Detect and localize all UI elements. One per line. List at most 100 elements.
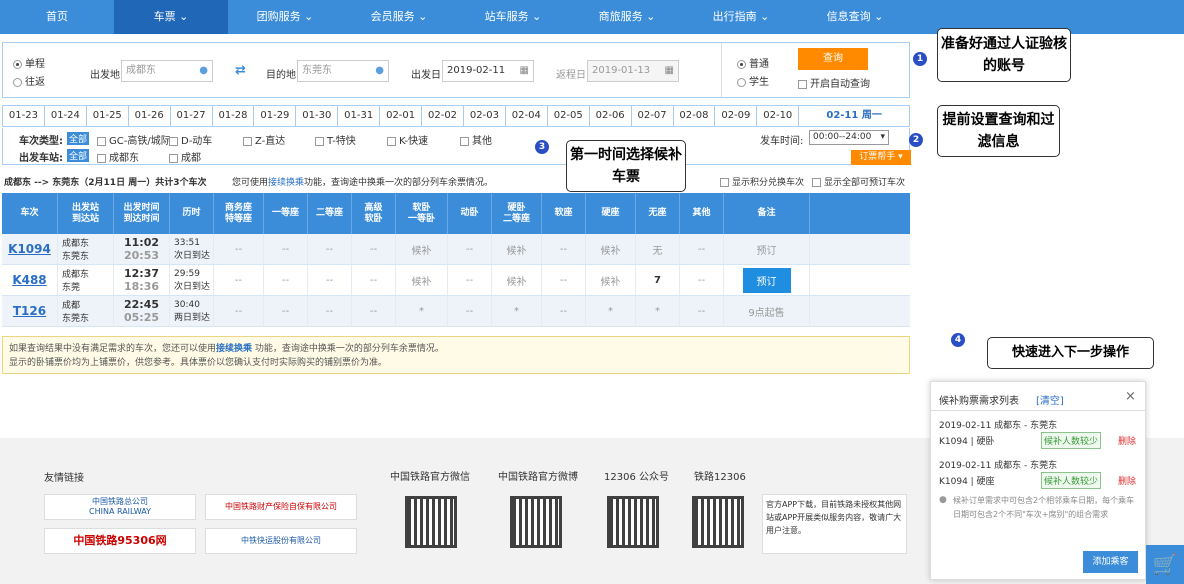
swap-icon[interactable]: ⇄ xyxy=(235,63,246,78)
station-chengdudong-checkbox[interactable]: 成都东 xyxy=(97,149,139,164)
link-china-railway[interactable]: 中国铁路总公司 CHINA RAILWAY xyxy=(44,494,196,520)
seat-cell[interactable]: 候补 xyxy=(492,265,542,295)
column-header: 硬座 xyxy=(586,193,636,234)
clear-link[interactable]: [清空] xyxy=(1036,392,1064,407)
station-chengdu-checkbox[interactable]: 成都 xyxy=(169,149,201,164)
date-tab[interactable]: 01-27 xyxy=(171,106,213,126)
auto-query-checkbox[interactable]: 开启自动查询 xyxy=(798,75,870,90)
nav-group[interactable]: 团购服务 ⌄ xyxy=(228,0,342,34)
train-number[interactable]: K1094 xyxy=(2,234,58,264)
return-input[interactable]: 2019-01-13 ▦ xyxy=(587,60,679,82)
date-input[interactable]: 2019-02-11 ▦ xyxy=(442,60,534,82)
depart-time: 22:45 xyxy=(123,298,159,311)
column-header: 动卧 xyxy=(448,193,492,234)
date-tab-selected[interactable]: 02-11 周一 xyxy=(799,106,909,126)
seat-cell[interactable]: 候补 xyxy=(396,265,448,295)
nav-info[interactable]: 信息查询 ⌄ xyxy=(798,0,912,34)
station-all-tag[interactable]: 全部 xyxy=(67,149,90,162)
nav-home[interactable]: 首页 xyxy=(0,0,114,34)
date-tab[interactable]: 01-31 xyxy=(338,106,381,126)
links-title: 友情链接 xyxy=(44,473,84,484)
time-select[interactable]: 00:00--24:00 ▾ xyxy=(809,130,889,145)
date-tab[interactable]: 01-24 xyxy=(45,106,87,126)
wechat-label: 中国铁路官方微信 xyxy=(390,472,470,483)
nav-tickets[interactable]: 车票 ⌄ xyxy=(114,0,228,34)
duration: 33:51 xyxy=(174,237,200,248)
search-button[interactable]: 查询 xyxy=(798,48,868,70)
from-input[interactable]: 成都东 ● xyxy=(121,60,213,82)
link-95306[interactable]: 中国铁路95306网 xyxy=(44,528,196,554)
date-tab[interactable]: 02-01 xyxy=(380,106,423,126)
single-trip-radio[interactable]: 单程 xyxy=(13,55,45,70)
arrival-day: 两日到达 xyxy=(174,312,211,323)
date-tab[interactable]: 02-05 xyxy=(548,106,590,126)
date-tab[interactable]: 02-02 xyxy=(422,106,464,126)
to-input[interactable]: 东莞东 ● xyxy=(297,60,389,82)
date-tab[interactable]: 01-30 xyxy=(296,106,339,126)
type-d-checkbox[interactable]: D-动车 xyxy=(169,132,212,147)
nav-member[interactable]: 会员服务 ⌄ xyxy=(342,0,456,34)
train-type-label: 车次类型: xyxy=(19,136,63,147)
nav-business[interactable]: 商旅服务 ⌄ xyxy=(570,0,684,34)
date-tab[interactable]: 02-08 xyxy=(674,106,716,126)
route-summary: 成都东 --> 东莞东（2月11日 周一）共计3个车次 xyxy=(4,178,207,188)
seat-cell: -- xyxy=(214,296,264,326)
query-form: 单程 往返 出发地 成都东 ● ⇄ 目的地 东莞东 ● 出发日 2019-02-11… xyxy=(2,42,910,98)
note-line-2: 显示的卧铺票价均为上铺票价，供您参考。具体票价以您确认支付时实际购买的铺别票价为… xyxy=(9,358,388,368)
train-table: 车次 出发站 到达站 出发时间 到达时间 历时 商务座 特等座 一等座 二等座 高级 软卧 软卧… xyxy=(2,193,910,327)
link-cre-express[interactable]: 中铁快运股份有限公司 xyxy=(205,528,357,554)
nav-station[interactable]: 站车服务 ⌄ xyxy=(456,0,570,34)
type-k-checkbox[interactable]: K-快速 xyxy=(387,132,428,147)
cart-icon[interactable]: 🛒 xyxy=(1146,545,1184,584)
date-tab[interactable]: 01-29 xyxy=(254,106,297,126)
train-number[interactable]: T126 xyxy=(2,296,58,326)
round-trip-radio[interactable]: 往返 xyxy=(13,73,45,88)
train-number[interactable]: K488 xyxy=(2,265,58,295)
column-header: 一等座 xyxy=(264,193,308,234)
date-tab[interactable]: 02-10 xyxy=(757,106,800,126)
date-tab[interactable]: 02-07 xyxy=(632,106,674,126)
normal-radio[interactable]: 普通 xyxy=(737,55,769,70)
app-label: 铁路12306 xyxy=(694,472,746,483)
link-railway-insurance[interactable]: 中国铁路财产保险自保有限公司 xyxy=(205,494,357,520)
student-radio[interactable]: 学生 xyxy=(737,73,769,88)
seat-cell[interactable]: 候补 xyxy=(586,234,636,264)
app-qr-code xyxy=(692,496,744,548)
date-tab[interactable]: 01-23 xyxy=(3,106,45,126)
seat-cell[interactable]: 候补 xyxy=(492,234,542,264)
step-4-badge: 4 xyxy=(951,333,965,347)
seat-cell: * xyxy=(492,296,542,326)
arrive-time: 18:36 xyxy=(123,280,159,293)
ticket-helper-button[interactable]: 订票帮手 ▾ xyxy=(851,150,911,165)
delete-link[interactable]: 删除 xyxy=(1118,474,1136,487)
type-t-checkbox[interactable]: T-特快 xyxy=(315,132,356,147)
wechat-qr-code xyxy=(405,496,457,548)
all-trains-checkbox[interactable]: 显示全部可预订车次 xyxy=(812,175,905,188)
date-tab[interactable]: 01-25 xyxy=(87,106,129,126)
date-tab[interactable]: 02-06 xyxy=(590,106,632,126)
date-tab[interactable]: 02-04 xyxy=(506,106,548,126)
seat-cell[interactable]: 候补 xyxy=(586,265,636,295)
close-icon[interactable]: × xyxy=(1125,389,1136,404)
date-tab[interactable]: 01-26 xyxy=(129,106,171,126)
seat-cell: -- xyxy=(542,296,586,326)
type-z-checkbox[interactable]: Z-直达 xyxy=(243,132,285,147)
date-tab[interactable]: 02-09 xyxy=(715,106,758,126)
type-gc-checkbox[interactable]: GC-高铁/城际 xyxy=(97,132,171,147)
delete-link[interactable]: 删除 xyxy=(1118,434,1136,447)
book-button[interactable]: 预订 xyxy=(742,267,791,293)
nav-guide[interactable]: 出行指南 ⌄ xyxy=(684,0,798,34)
transfer-link[interactable]: 接续换乘 xyxy=(268,178,304,188)
points-checkbox[interactable]: 显示积分兑换车次 xyxy=(720,175,804,188)
type-other-checkbox[interactable]: 其他 xyxy=(460,132,492,147)
transfer-link[interactable]: 接续换乘 xyxy=(216,344,252,354)
arrive-time: 05:25 xyxy=(123,311,159,324)
add-passenger-button[interactable]: 添加乘客 xyxy=(1083,551,1138,573)
seat-cell[interactable]: 候补 xyxy=(396,234,448,264)
seat-cell: -- xyxy=(214,265,264,295)
date-tabs: 01-23 01-24 01-25 01-26 01-27 01-28 01-2… xyxy=(2,105,910,127)
type-all-tag[interactable]: 全部 xyxy=(67,132,90,145)
date-tab[interactable]: 01-28 xyxy=(213,106,255,126)
date-tab[interactable]: 02-03 xyxy=(464,106,506,126)
filter-panel: 车次类型: 全部 GC-高铁/城际 D-动车 Z-直达 T-特快 K-快速 其他… xyxy=(2,128,911,165)
